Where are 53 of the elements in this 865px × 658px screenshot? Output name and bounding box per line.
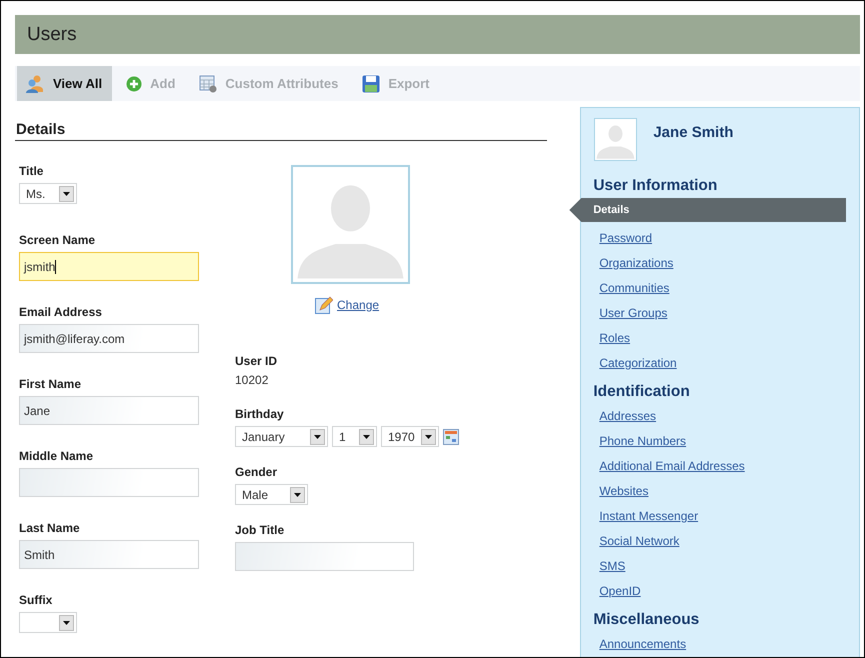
sidebar-link[interactable]: Roles xyxy=(599,330,630,344)
year-select[interactable]: 1970 xyxy=(381,426,439,447)
sidebar-link[interactable]: Announcements xyxy=(599,636,686,650)
toolbar-button[interactable]: View All xyxy=(17,66,112,101)
section-title: Details xyxy=(15,121,548,141)
sidebar-link[interactable]: SMS xyxy=(599,558,626,572)
sidebar-link[interactable]: Categorization xyxy=(599,356,677,370)
select-field[interactable]: Male xyxy=(235,484,308,505)
select-field[interactable]: Ms. xyxy=(19,183,77,204)
field-label: Gender xyxy=(235,465,278,479)
field-label: Title xyxy=(19,164,44,178)
sidebar-item[interactable]: Details xyxy=(569,198,846,222)
sidebar-link[interactable]: Addresses xyxy=(599,408,656,422)
input-field[interactable] xyxy=(235,542,414,571)
sidebar-section-title: Identification xyxy=(592,383,691,401)
sidebar-link[interactable]: Password xyxy=(599,230,652,244)
select-field[interactable] xyxy=(19,612,77,633)
field-label: First Name xyxy=(19,377,82,391)
add-icon xyxy=(126,76,142,92)
field-label: Screen Name xyxy=(19,233,96,247)
edit-icon xyxy=(315,296,333,314)
input-field[interactable] xyxy=(19,468,199,497)
user-name: Jane Smith xyxy=(653,124,734,143)
input-field[interactable]: Jane xyxy=(19,396,199,425)
day-select[interactable]: 1 xyxy=(332,426,377,447)
sidebar-link[interactable]: Social Network xyxy=(599,534,680,548)
field-label: Suffix xyxy=(19,593,54,607)
month-select[interactable]: January xyxy=(235,426,328,447)
user-id-value: 10202 xyxy=(235,373,270,387)
users-icon xyxy=(25,74,45,94)
table-gear-icon xyxy=(199,74,218,92)
sidebar-section-title: User Information xyxy=(592,177,718,195)
input-field[interactable]: Smith xyxy=(19,540,199,569)
sidebar-link[interactable]: OpenID xyxy=(599,584,641,598)
input-field[interactable]: jsmith xyxy=(19,252,199,281)
sidebar-link[interactable]: Organizations xyxy=(599,256,674,270)
sidebar-section-title: Miscellaneous xyxy=(592,611,700,629)
field-label: Birthday xyxy=(235,407,285,421)
sidebar-link[interactable]: Communities xyxy=(599,280,670,294)
field-label: Middle Name xyxy=(19,449,94,463)
sidebar-link[interactable]: User Groups xyxy=(599,306,668,320)
sidebar-link[interactable]: Phone Numbers xyxy=(599,434,686,448)
field-label: User ID xyxy=(235,354,278,368)
sidebar-link[interactable]: Websites xyxy=(599,484,648,498)
calendar-icon[interactable] xyxy=(443,428,459,444)
input-field[interactable]: jsmith@liferay.com xyxy=(19,324,199,353)
sidebar-link[interactable]: Additional Email Addresses xyxy=(599,458,745,472)
page-title: Users xyxy=(27,24,77,46)
field-label: Last Name xyxy=(19,521,81,535)
field-label: Email Address xyxy=(19,305,103,319)
change-link[interactable]: Change xyxy=(337,298,380,312)
sidebar-link[interactable]: Instant Messenger xyxy=(599,508,698,522)
field-label: Job Title xyxy=(235,523,286,537)
